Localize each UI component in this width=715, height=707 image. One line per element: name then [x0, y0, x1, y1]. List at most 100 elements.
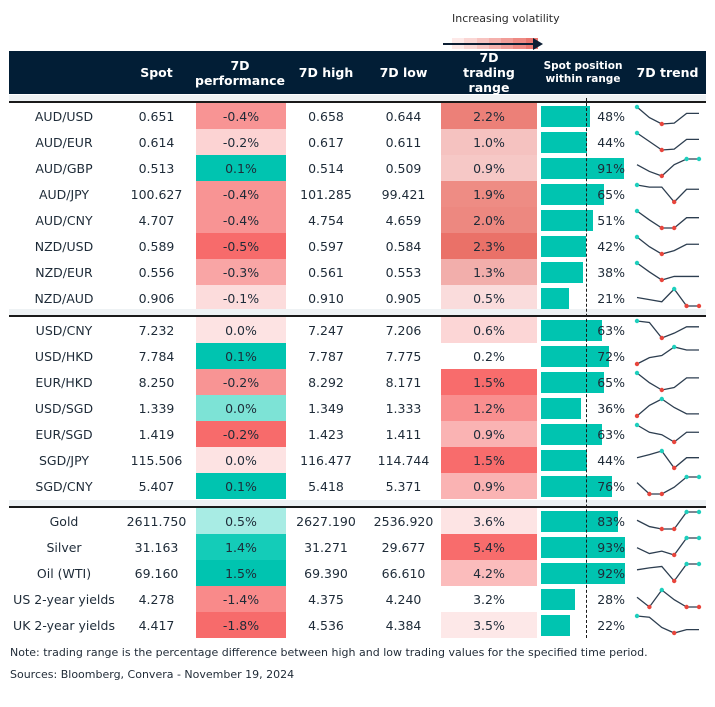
sparkline-high-marker [696, 156, 702, 162]
low-value: 5.371 [385, 478, 422, 494]
sparkline-path [636, 184, 699, 203]
trend-sparkline [634, 130, 699, 153]
performance-value: -0.4% [196, 207, 286, 233]
trading-range-value: 3.5% [441, 612, 537, 638]
sparkline-low-marker [634, 361, 640, 367]
sparkline-path [636, 476, 699, 495]
instrument-name: EUR/HKD [35, 374, 93, 390]
sparkline-path [636, 236, 699, 255]
trend-sparkline [636, 509, 702, 532]
position-percent: 65% [597, 186, 625, 202]
position-percent: 38% [597, 264, 625, 280]
low-value: 1.411 [385, 426, 422, 442]
high-value: 0.658 [308, 108, 344, 124]
position-percent: 28% [597, 591, 625, 607]
trading-range-value: 1.0% [441, 129, 537, 155]
performance-value: -1.8% [196, 612, 286, 638]
position-bar [541, 450, 587, 471]
position-percent: 76% [597, 478, 625, 494]
header-7d-high: 7D high [298, 65, 354, 80]
sparkline-path [636, 106, 699, 125]
spot-value: 7.232 [138, 322, 175, 338]
trend-sparkline [634, 396, 699, 419]
table-row: USD/CNY 7.232 0.0% 7.247 7.206 0.6% 63% [9, 317, 706, 343]
sparkline-high-marker [684, 474, 689, 480]
trading-range-value: 2.0% [441, 207, 537, 233]
trend-sparkline [634, 344, 699, 367]
performance-value: 0.1% [196, 343, 286, 369]
position-bar [541, 398, 581, 419]
sparkline-low-marker [659, 277, 664, 283]
table-header: Spot 7D performance 7D high 7D low 7D tr… [9, 50, 706, 95]
performance-value: -0.1% [196, 285, 286, 311]
trend-sparkline [636, 448, 699, 471]
position-percent: 51% [597, 212, 625, 228]
instrument-name: AUD/CNY [35, 212, 93, 228]
spot-value: 69.160 [134, 565, 179, 581]
footer-sources: Sources: Bloomberg, Convera - November 1… [10, 668, 295, 681]
trading-range-value: 1.2% [441, 395, 537, 421]
position-percent: 91% [597, 160, 625, 176]
low-value: 0.644 [385, 108, 422, 124]
trading-range-value: 5.4% [441, 534, 537, 560]
instrument-name: SGD/JPY [38, 452, 90, 468]
position-bar [541, 288, 569, 309]
sparkline-high-marker [634, 234, 640, 240]
sparkline-low-marker [696, 303, 702, 309]
performance-value: 1.4% [196, 534, 286, 560]
footer-note: Note: trading range is the percentage di… [10, 646, 648, 659]
position-bar [541, 106, 590, 127]
trend-sparkline [636, 535, 702, 558]
trading-range-value: 1.9% [441, 181, 537, 207]
position-percent: 22% [597, 617, 625, 633]
sparkline-path [636, 132, 699, 151]
table-row: SGD/JPY 115.506 0.0% 116.477 114.744 1.5% 44% [9, 447, 706, 473]
high-value: 4.375 [308, 591, 344, 607]
sparkline-low-marker [672, 199, 677, 205]
high-value: 0.561 [308, 264, 344, 280]
trading-range-value: 1.5% [441, 369, 537, 395]
sparkline-path [636, 511, 699, 530]
spot-value: 0.556 [138, 264, 175, 280]
low-value: 0.553 [385, 264, 422, 280]
performance-value: -0.2% [196, 369, 286, 395]
spot-value: 5.407 [138, 478, 175, 494]
table-row: EUR/HKD 8.250 -0.2% 8.292 8.171 1.5% 65% [9, 369, 706, 395]
instrument-name: AUD/JPY [38, 186, 90, 202]
low-value: 7.206 [385, 322, 422, 338]
sparkline-high-marker [634, 370, 640, 376]
spot-value: 0.651 [138, 108, 175, 124]
sparkline-low-marker [659, 225, 664, 231]
high-value: 7.247 [308, 322, 344, 338]
sparkline-path [636, 563, 699, 583]
trading-range-value: 2.3% [441, 233, 537, 259]
trading-range-value: 3.6% [441, 508, 537, 534]
performance-value: -0.5% [196, 233, 286, 259]
sparkline-path [636, 210, 699, 229]
sparkline-low-marker [672, 439, 677, 445]
position-percent: 42% [597, 238, 625, 254]
spot-value: 8.250 [138, 374, 175, 390]
spot-value: 0.513 [138, 160, 175, 176]
trend-sparkline [634, 260, 699, 283]
instrument-name: Silver [46, 539, 82, 555]
performance-value: 0.5% [196, 508, 286, 534]
arrow-right-icon [443, 43, 535, 45]
sparkline-path [636, 450, 699, 469]
low-value: 4.384 [385, 617, 422, 633]
low-value: 99.421 [381, 186, 426, 202]
instrument-name: NZD/EUR [35, 264, 93, 280]
position-percent: 21% [597, 290, 625, 306]
sparkline-path [636, 158, 699, 177]
trend-sparkline [634, 234, 699, 257]
sparkline-high-marker [659, 396, 664, 402]
high-value: 0.617 [308, 134, 344, 150]
sparkline-low-marker [672, 578, 677, 584]
low-value: 66.610 [381, 565, 426, 581]
spot-value: 4.707 [138, 212, 175, 228]
table-row: AUD/USD 0.651 -0.4% 0.658 0.644 2.2% 48% [9, 103, 706, 129]
trading-range-value: 0.6% [441, 317, 537, 343]
high-value: 0.597 [308, 238, 344, 254]
sparkline-path [636, 615, 699, 634]
sparkline-path [636, 320, 699, 339]
